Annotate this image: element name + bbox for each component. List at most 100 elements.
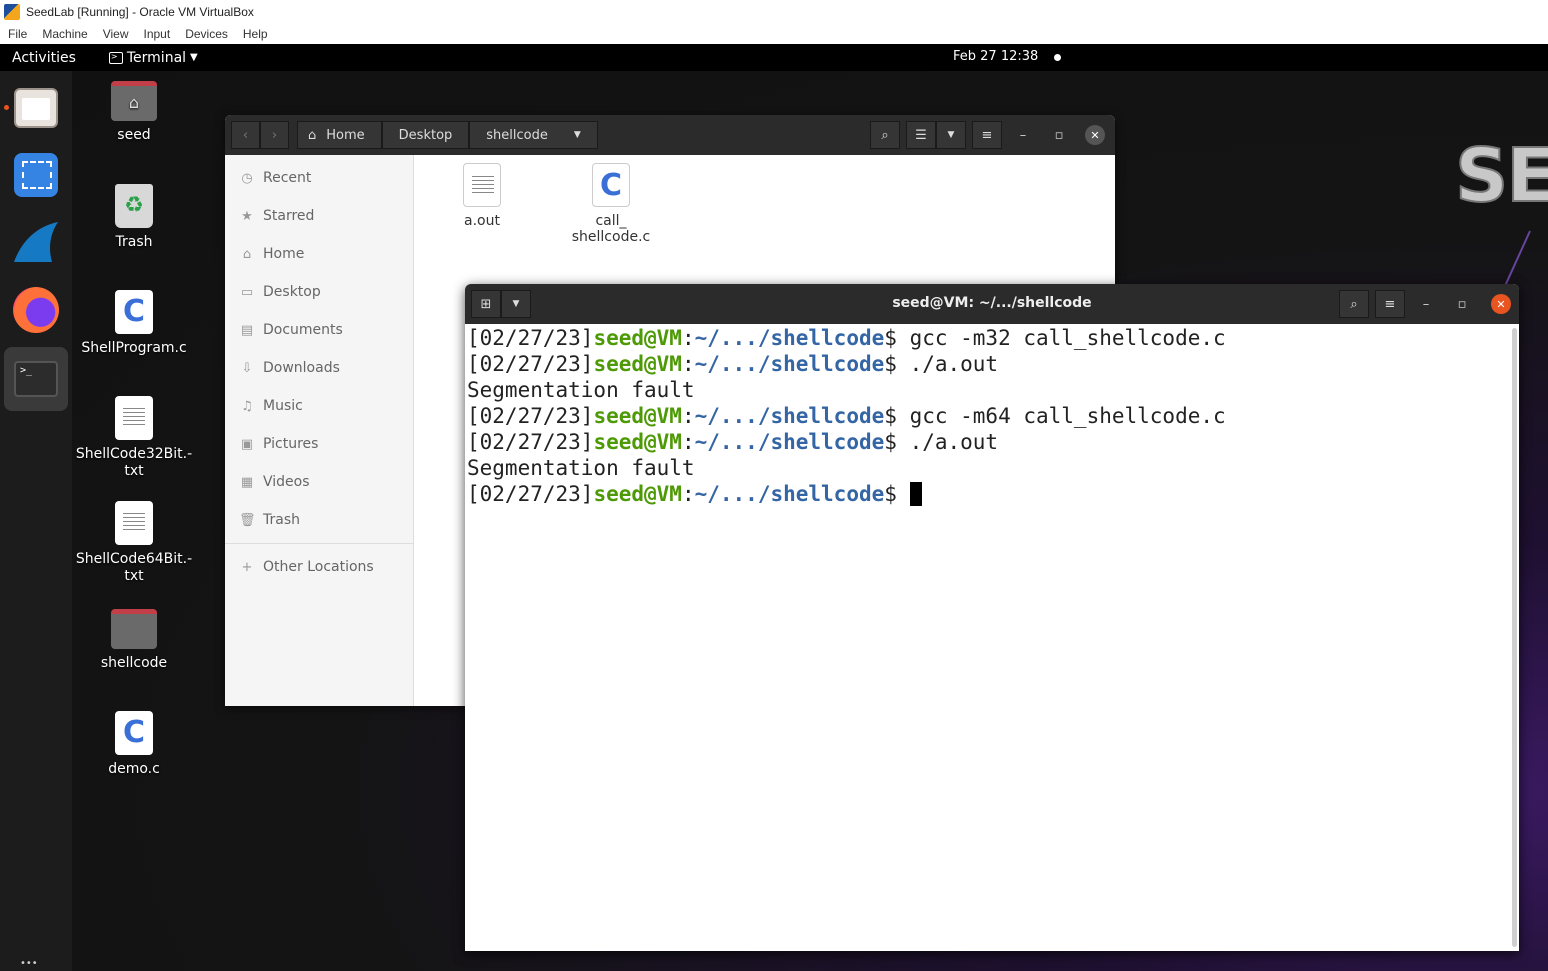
path-segment-shellcode[interactable]: shellcode ▼ (469, 121, 598, 149)
sidebar-item-videos[interactable]: ▦ Videos (225, 463, 413, 501)
desktop-icon-shellcode64[interactable]: ShellCode64Bit.- txt (72, 501, 196, 585)
terminal-scrollbar[interactable] (1512, 328, 1517, 947)
prompt-separator: : (681, 404, 695, 428)
path-bar: ⌂ Home Desktop shellcode ▼ (297, 121, 598, 149)
terminal-prompt-line: [02/27/23]seed@VM:~/.../shellcode$ (467, 481, 1507, 507)
prompt-timestamp: [02/27/23] (467, 352, 594, 376)
dock-firefox[interactable] (4, 278, 68, 342)
sidebar-item-starred[interactable]: ★ Starred (225, 197, 413, 235)
sidebar-item-desktop[interactable]: ▭ Desktop (225, 273, 413, 311)
vbox-menu-input[interactable]: Input (144, 27, 171, 41)
sidebar-divider (225, 543, 413, 544)
desktop-icon-label: demo.c (108, 761, 160, 777)
desktop-icon-label: txt (124, 463, 144, 479)
view-options-button[interactable]: ▼ (936, 121, 966, 149)
sidebar-item-documents[interactable]: ▤ Documents (225, 311, 413, 349)
prompt-path: ~/.../shellcode (694, 326, 885, 350)
desktop-icon-trash[interactable]: ♻ Trash (72, 184, 196, 251)
dock-wireshark[interactable] (4, 210, 68, 274)
path-segment-label: shellcode (486, 127, 548, 143)
vbox-menu-devices[interactable]: Devices (185, 27, 228, 41)
terminal-prompt-line: [02/27/23]seed@VM:~/.../shellcode$ gcc -… (467, 403, 1507, 429)
terminal-menu-button[interactable]: ≡ (1375, 290, 1405, 318)
maximize-button[interactable]: ▫ (1447, 290, 1477, 318)
chevron-down-icon: ▼ (190, 52, 198, 63)
text-file-icon (115, 396, 153, 440)
sidebar-item-home[interactable]: ⌂ Home (225, 235, 413, 273)
activities-button[interactable]: Activities (12, 50, 76, 66)
sidebar-item-label: Home (263, 246, 305, 262)
virtualbox-icon (4, 3, 20, 20)
sidebar-item-recent[interactable]: ◷ Recent (225, 159, 413, 197)
path-segment-home[interactable]: ⌂ Home (297, 121, 382, 149)
chevron-down-icon: ▼ (947, 130, 955, 140)
file-name: a.out (464, 213, 500, 229)
dock-screenshot[interactable] (4, 143, 68, 207)
clock[interactable]: Feb 27 12:38 (953, 49, 1038, 64)
prompt-timestamp: [02/27/23] (467, 430, 594, 454)
wireshark-fin-icon (14, 222, 58, 262)
view-list-button[interactable]: ☰ (906, 121, 936, 149)
sidebar-item-pictures[interactable]: ▣ Pictures (225, 425, 413, 463)
desktop-icon-label: shellcode (100, 655, 168, 671)
path-segment-label: Desktop (398, 127, 453, 143)
desktop-icon-seed[interactable]: ⌂ seed (72, 81, 196, 144)
desktop-icon-label: Trash (115, 234, 153, 250)
sidebar-item-music[interactable]: ♫ Music (225, 387, 413, 425)
download-icon: ⇩ (241, 360, 253, 376)
search-button[interactable]: ⌕ (870, 121, 900, 149)
back-button[interactable]: ‹ (231, 121, 260, 149)
desktop-icon-shellprogram[interactable]: C ShellProgram.c (72, 290, 196, 357)
close-button[interactable]: ✕ (1491, 294, 1511, 314)
output-text: Segmentation fault (467, 456, 695, 480)
terminal-output[interactable]: [02/27/23]seed@VM:~/.../shellcode$ gcc -… (465, 324, 1509, 951)
sidebar-item-downloads[interactable]: ⇩ Downloads (225, 349, 413, 387)
sidebar-item-label: Starred (263, 208, 315, 224)
home-folder-icon: ⌂ (111, 81, 157, 121)
home-icon: ⌂ (308, 127, 317, 143)
screenshot-app-icon (14, 153, 58, 197)
vbox-menu-machine[interactable]: Machine (42, 27, 87, 41)
sidebar-item-label: Documents (263, 322, 343, 338)
desktop-icon-label: txt (124, 568, 144, 584)
path-segment-desktop[interactable]: Desktop (381, 121, 470, 149)
minimize-button[interactable]: – (1411, 290, 1441, 318)
close-icon: ✕ (1090, 128, 1100, 142)
prompt-symbol: $ (884, 430, 910, 454)
search-icon: ⌕ (1350, 296, 1358, 312)
desktop-icon-demo[interactable]: C demo.c (72, 711, 196, 778)
sidebar-item-other-locations[interactable]: + Other Locations (225, 548, 413, 586)
prompt-path: ~/.../shellcode (694, 482, 885, 506)
desktop-icon-shellcode-folder[interactable]: shellcode (72, 609, 196, 672)
dock-files[interactable] (4, 76, 68, 140)
command-text: gcc -m32 call_shellcode.c (909, 326, 1226, 350)
prompt-symbol: $ (884, 404, 910, 428)
prompt-separator: : (681, 352, 695, 376)
sidebar-item-label: Pictures (263, 436, 319, 452)
sidebar-item-trash[interactable]: 🗑 Trash (225, 501, 413, 539)
app-menu-label: Terminal (126, 49, 187, 66)
desktop-icon-shellcode32[interactable]: ShellCode32Bit.- txt (72, 396, 196, 480)
file-item-a-out[interactable]: a.out (427, 163, 537, 229)
vbox-menu-help[interactable]: Help (243, 27, 268, 41)
minimize-button[interactable]: – (1008, 121, 1038, 149)
notification-dot-icon (1054, 54, 1061, 61)
prompt-user: seed@VM (593, 352, 682, 376)
prompt-separator: : (681, 482, 695, 506)
vbox-menu-view[interactable]: View (103, 27, 129, 41)
close-button[interactable]: ✕ (1085, 125, 1105, 145)
app-menu-button[interactable]: > Terminal ▼ (108, 49, 198, 66)
terminal-search-button[interactable]: ⌕ (1339, 290, 1369, 318)
dock-terminal[interactable]: >_ (4, 347, 68, 411)
star-icon: ★ (241, 208, 253, 224)
forward-button[interactable]: › (260, 121, 289, 149)
menu-button[interactable]: ≡ (972, 121, 1002, 149)
maximize-button[interactable]: ▫ (1044, 121, 1074, 149)
home-icon: ⌂ (242, 246, 252, 262)
show-applications-icon[interactable]: ••• (20, 958, 38, 969)
vbox-menu-file[interactable]: File (8, 27, 27, 41)
prompt-user: seed@VM (593, 482, 682, 506)
file-item-call-shellcode[interactable]: C call_ shellcode.c (556, 163, 666, 245)
picture-icon: ▣ (240, 436, 254, 452)
prompt-timestamp: [02/27/23] (467, 326, 594, 350)
